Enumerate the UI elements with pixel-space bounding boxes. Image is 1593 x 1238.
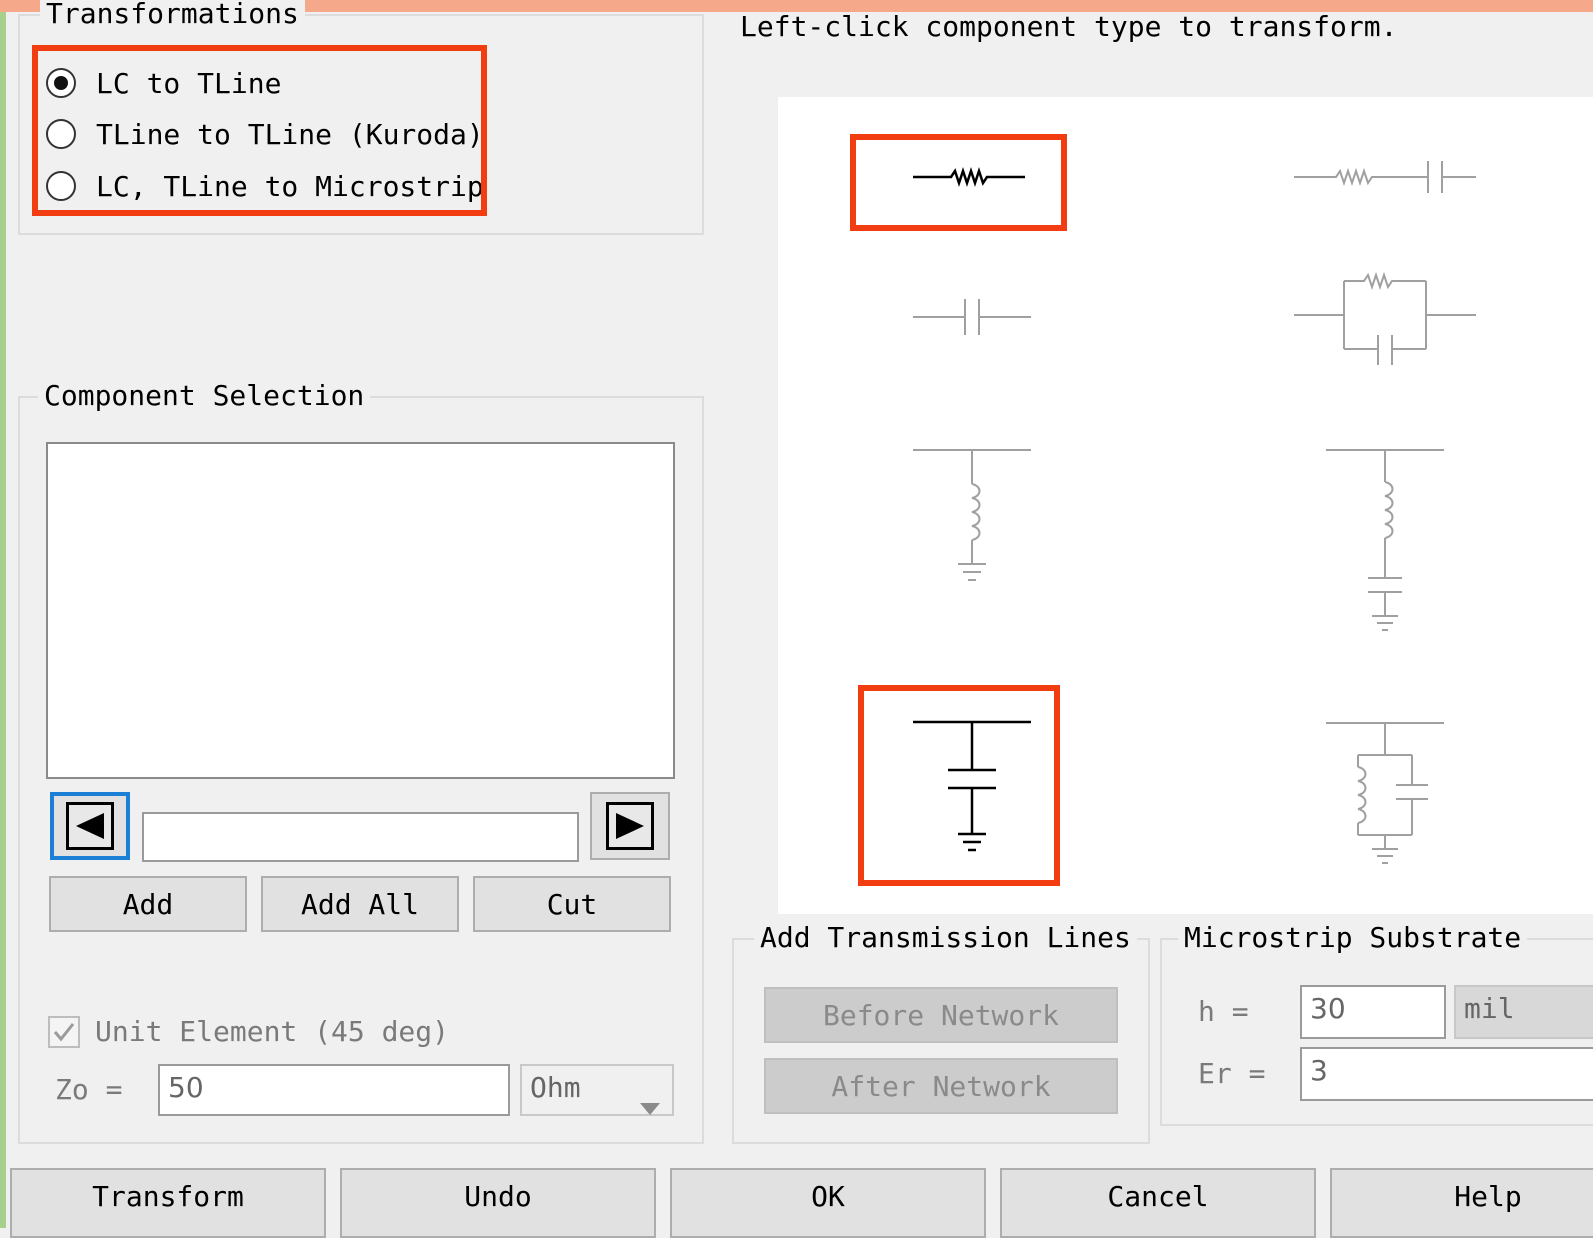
radio-button-icon[interactable] bbox=[46, 119, 76, 149]
radio-lc-to-tline[interactable]: LC to TLine bbox=[46, 63, 281, 103]
add-button[interactable]: Add bbox=[49, 876, 247, 932]
series-parallel-lc-icon[interactable] bbox=[1286, 265, 1486, 375]
shunt-parallel-lc-icon[interactable] bbox=[1318, 715, 1458, 875]
right-triangle-icon bbox=[606, 802, 654, 850]
next-component-button[interactable] bbox=[590, 792, 670, 860]
zo-label: Zo = bbox=[55, 1073, 123, 1106]
er-label: Er = bbox=[1198, 1057, 1266, 1090]
component-value-field[interactable] bbox=[142, 812, 579, 862]
shunt-capacitor-icon[interactable] bbox=[903, 712, 1043, 862]
component-selection-legend: Component Selection bbox=[38, 380, 371, 412]
component-listbox[interactable] bbox=[46, 442, 675, 779]
radio-button-checked-icon[interactable] bbox=[46, 68, 76, 98]
series-inductor-icon[interactable] bbox=[903, 157, 1043, 197]
radio-button-icon[interactable] bbox=[46, 171, 76, 201]
instruction-text: Left-click component type to transform. bbox=[740, 10, 1398, 43]
h-unit-value: mil bbox=[1464, 992, 1515, 1025]
series-inductor-capacitor-icon[interactable] bbox=[1286, 157, 1486, 197]
add-all-button[interactable]: Add All bbox=[261, 876, 459, 932]
checkmark-icon bbox=[53, 1023, 75, 1042]
chevron-down-icon bbox=[640, 1084, 660, 1128]
transformations-legend: Transformations bbox=[40, 0, 305, 30]
h-unit-select[interactable]: mil bbox=[1454, 985, 1593, 1039]
zo-input[interactable]: 50 bbox=[158, 1064, 510, 1116]
window-edge-strip bbox=[0, 12, 6, 1228]
radio-label: LC to TLine bbox=[96, 66, 282, 100]
radio-label: TLine to TLine (Kuroda) bbox=[96, 117, 484, 151]
radio-lc-tline-to-microstrip[interactable]: LC, TLine to Microstrip bbox=[46, 166, 484, 206]
add-transmission-lines-legend: Add Transmission Lines bbox=[754, 922, 1137, 954]
unit-element-label: Unit Element (45 deg) bbox=[95, 1015, 450, 1048]
left-triangle-icon bbox=[66, 802, 114, 850]
radio-tline-to-tline-kuroda[interactable]: TLine to TLine (Kuroda) bbox=[46, 114, 484, 154]
radio-label: LC, TLine to Microstrip bbox=[96, 169, 484, 203]
before-network-button[interactable]: Before Network bbox=[764, 987, 1118, 1043]
shunt-series-lc-icon[interactable] bbox=[1318, 442, 1458, 642]
microstrip-substrate-legend: Microstrip Substrate bbox=[1178, 922, 1528, 954]
after-network-button[interactable]: After Network bbox=[764, 1058, 1118, 1114]
cut-button[interactable]: Cut bbox=[473, 876, 671, 932]
zo-unit-value: Ohm bbox=[530, 1071, 581, 1104]
unit-element-checkbox[interactable] bbox=[48, 1016, 80, 1048]
series-capacitor-icon[interactable] bbox=[903, 295, 1043, 339]
er-input[interactable]: 3 bbox=[1300, 1047, 1593, 1101]
component-type-canvas bbox=[778, 97, 1593, 914]
h-input[interactable]: 30 bbox=[1300, 985, 1446, 1039]
shunt-inductor-icon[interactable] bbox=[903, 442, 1043, 592]
zo-unit-select[interactable]: Ohm bbox=[520, 1064, 674, 1116]
previous-component-button[interactable] bbox=[50, 792, 130, 860]
h-label: h = bbox=[1198, 995, 1249, 1028]
